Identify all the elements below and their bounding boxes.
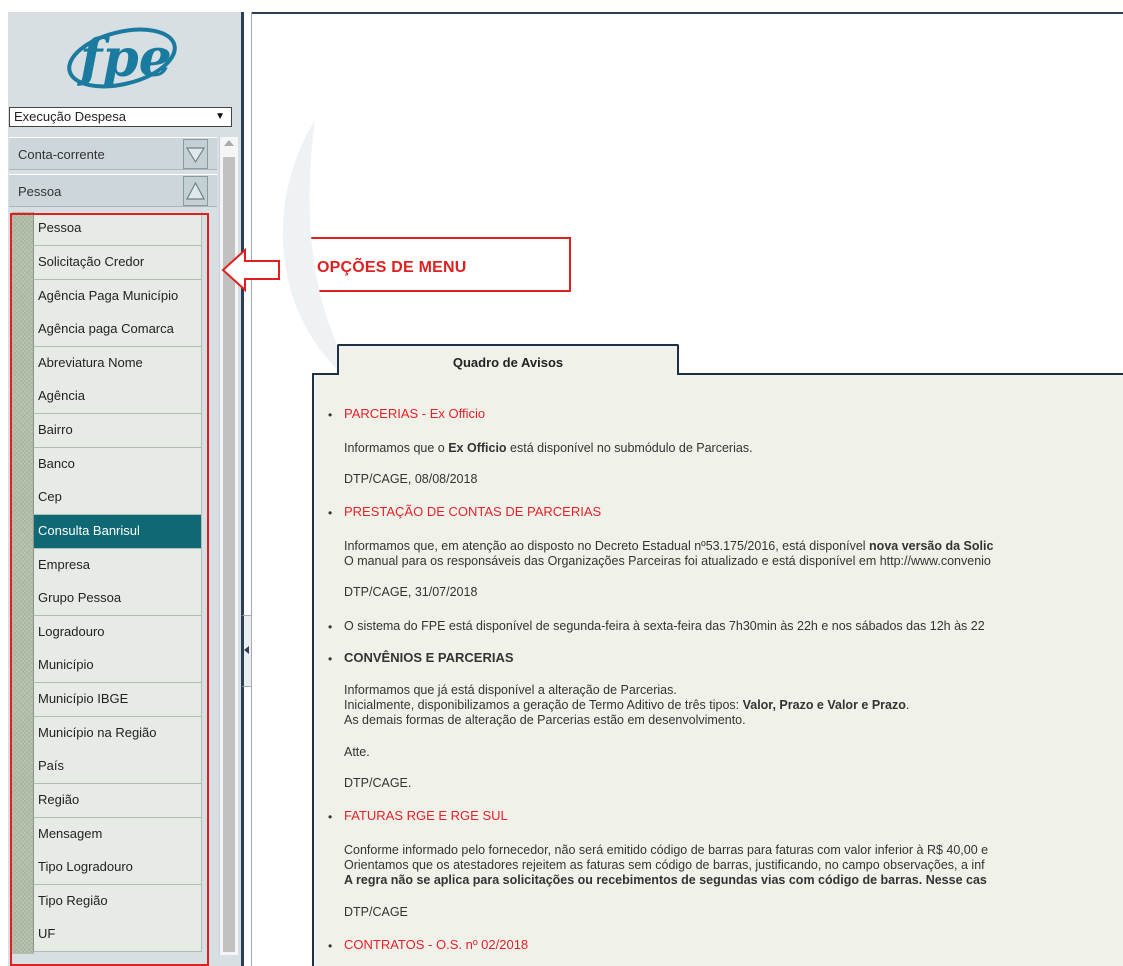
bullet: • — [328, 939, 333, 953]
notice-text: A regra não se aplica para solicitações … — [344, 873, 987, 887]
module-select[interactable]: Execução Despesa ▼ — [9, 107, 232, 127]
notice-text: Atte. — [344, 745, 370, 759]
notice-text: O sistema do FPE está disponível de segu… — [344, 619, 985, 633]
notice-title: CONVÊNIOS E PARCERIAS — [344, 650, 514, 665]
bullet: • — [328, 652, 333, 666]
dropdown-arrow-icon: ▼ — [215, 111, 225, 122]
notice-signature: DTP/CAGE — [344, 905, 408, 919]
notice-text: Inicialmente, disponibilizamos a geração… — [344, 698, 910, 712]
notice-text: Informamos que já está disponível a alte… — [344, 683, 677, 697]
notice-signature: DTP/CAGE, 31/07/2018 — [344, 585, 478, 599]
section-label: Conta-corrente — [18, 147, 105, 162]
collapse-left-icon — [244, 646, 249, 654]
notice-text: As demais formas de alteração de Parceri… — [344, 713, 746, 727]
scroll-up-icon[interactable] — [224, 140, 234, 146]
chevron-up-icon[interactable] — [183, 176, 208, 206]
notice-title: CONTRATOS - O.S. nº 02/2018 — [344, 937, 529, 952]
notice-text: Informamos que o Ex Officio está disponí… — [344, 441, 753, 455]
tab-label: Quadro de Avisos — [452, 355, 564, 370]
notice-text: Conforme informado pelo fornecedor, não … — [344, 843, 989, 857]
notice-title: PRESTAÇÃO DE CONTAS DE PARCERIAS — [344, 504, 602, 519]
module-select-value: Execução Despesa — [14, 109, 127, 124]
notice-text: Orientamos que os atestadores rejeitem a… — [344, 858, 985, 872]
tab-joint — [339, 371, 677, 375]
bullet: • — [328, 620, 333, 634]
section-label: Pessoa — [18, 184, 62, 199]
sidebar-divider — [241, 12, 252, 966]
notice-title: FATURAS RGE E RGE SUL — [344, 808, 508, 823]
notice-signature: DTP/CAGE. — [344, 776, 412, 790]
chevron-down-icon[interactable] — [183, 139, 208, 169]
bullet: • — [328, 810, 333, 824]
notice-text: Informamos que, em atenção ao disposto n… — [344, 539, 994, 553]
header-divider — [252, 12, 1123, 14]
fpe-logo[interactable]: fpe — [60, 18, 180, 102]
bullet: • — [328, 506, 333, 520]
collapse-sidebar-handle[interactable] — [241, 615, 252, 687]
bullet: • — [328, 408, 333, 422]
svg-text:fpe: fpe — [76, 28, 172, 89]
notice-title: PARCERIAS - Ex Officio — [344, 406, 486, 421]
notice-text: O manual para os responsáveis das Organi… — [344, 554, 991, 568]
notice-board: • PARCERIAS - Ex Officio Informamos que … — [312, 373, 1123, 966]
notice-signature: DTP/CAGE, 08/08/2018 — [344, 472, 478, 486]
menu-highlight-box — [10, 213, 209, 966]
